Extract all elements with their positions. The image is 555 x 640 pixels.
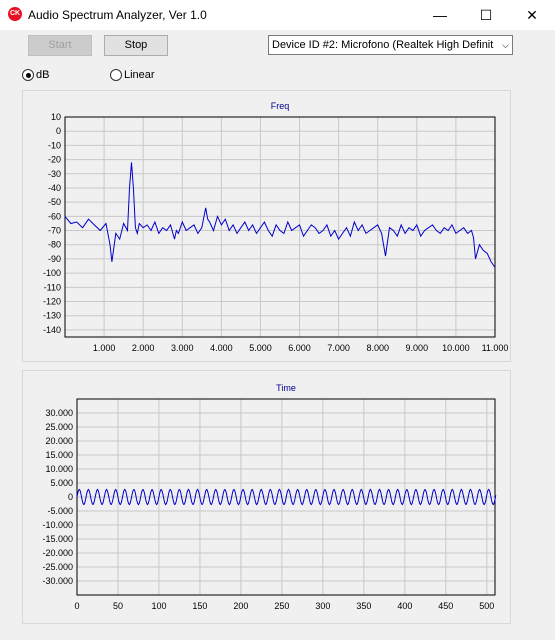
freq-chart: Freq 1.000 2.000 3.000 4.000 5.000 6.000 7.000 8… [43, 101, 509, 353]
time-x-tick-label: 450 [438, 601, 453, 611]
radio-db-label: dB [36, 69, 50, 82]
freq-x-tick-label: 3.000 [171, 343, 194, 353]
freq-y-tick-label: -140 [43, 325, 61, 335]
freq-y-tick-label: -70 [48, 226, 61, 236]
time-x-tick-label: 100 [151, 601, 166, 611]
time-y-tick-label: 25.000 [45, 422, 73, 432]
time-panel: Time 0 50 100 150 200 250 300 350 400 450 500 30.000… [22, 370, 511, 624]
device-select[interactable]: Device ID #2: Microfono (Realtek High De… [268, 35, 513, 55]
freq-y-tick-label: -50 [48, 197, 61, 207]
radio-db[interactable]: dB [22, 69, 50, 82]
time-chart: Time 0 50 100 150 200 250 300 350 400 450 500 30.000… [42, 383, 497, 611]
freq-x-tick-label: 7.000 [327, 343, 350, 353]
time-y-tick-label: -30.000 [42, 576, 73, 586]
device-select-value: Device ID #2: Microfono (Realtek High De… [272, 39, 494, 51]
time-title: Time [276, 383, 296, 393]
close-button[interactable]: ✕ [509, 0, 555, 30]
time-x-tick-label: 250 [274, 601, 289, 611]
time-y-tick-label: 30.000 [45, 408, 73, 418]
time-x-tick-label: 0 [74, 601, 79, 611]
time-x-tick-label: 150 [192, 601, 207, 611]
time-y-tick-label: 10.000 [45, 464, 73, 474]
freq-x-tick-label: 11.000 [482, 343, 509, 353]
freq-x-tick-label: 6.000 [288, 343, 311, 353]
freq-plot-area [64, 116, 496, 338]
time-x-tick-label: 300 [315, 601, 330, 611]
time-y-tick-label: -20.000 [42, 548, 73, 558]
freq-panel: Freq 1.000 2.000 3.000 4.000 5.000 6.000 7.000 8… [22, 90, 511, 362]
minimize-button[interactable]: — [417, 0, 463, 30]
window-title: Audio Spectrum Analyzer, Ver 1.0 [28, 8, 207, 22]
time-y-tick-label: -15.000 [42, 534, 73, 544]
freq-y-tick-label: -10 [48, 140, 61, 150]
time-x-tick-label: 50 [113, 601, 123, 611]
freq-x-tick-label: 8.000 [366, 343, 389, 353]
freq-x-tick-label: 10.000 [442, 343, 470, 353]
freq-y-tick-label: -110 [44, 282, 61, 292]
freq-y-tick-label: -90 [48, 254, 61, 264]
freq-x-tick-label: 4.000 [210, 343, 233, 353]
freq-y-tick-label: -130 [43, 311, 61, 321]
time-x-tick-label: 400 [397, 601, 412, 611]
time-y-tick-label: 5.000 [50, 478, 73, 488]
start-button[interactable]: Start [28, 35, 92, 56]
time-y-tick-label: -10.000 [42, 520, 73, 530]
freq-y-tick-label: -30 [48, 169, 61, 179]
radio-db-indicator [22, 69, 34, 82]
freq-title: Freq [271, 101, 290, 111]
time-y-tick-label: -25.000 [42, 562, 73, 572]
radio-linear[interactable]: Linear [110, 69, 155, 82]
radio-linear-label: Linear [124, 69, 155, 82]
time-x-tick-label: 350 [356, 601, 371, 611]
freq-y-tick-label: -40 [48, 183, 61, 193]
freq-x-tick-label: 1.000 [93, 343, 116, 353]
stop-button[interactable]: Stop [104, 35, 168, 56]
title-bar: CK Audio Spectrum Analyzer, Ver 1.0 — ☐ … [0, 0, 555, 30]
freq-x-tick-label: 2.000 [132, 343, 155, 353]
radio-linear-indicator [110, 69, 122, 82]
freq-y-tick-label: -80 [48, 240, 61, 250]
maximize-button[interactable]: ☐ [463, 0, 509, 30]
freq-x-tick-label: 9.000 [406, 343, 429, 353]
freq-y-tick-label: -100 [43, 268, 61, 278]
freq-y-tick-label: 10 [51, 112, 61, 122]
time-x-tick-label: 500 [479, 601, 494, 611]
freq-y-tick-label: 0 [56, 126, 61, 136]
freq-x-tick-label: 5.000 [249, 343, 272, 353]
freq-y-tick-label: -20 [48, 155, 61, 165]
time-x-tick-label: 200 [233, 601, 248, 611]
chevron-down-icon: ⌵ [502, 40, 509, 50]
time-y-tick-label: -5.000 [47, 506, 73, 516]
time-y-tick-label: 15.000 [45, 450, 73, 460]
freq-y-tick-label: -120 [43, 297, 61, 307]
time-y-tick-label: 20.000 [45, 436, 73, 446]
freq-y-tick-label: -60 [48, 211, 61, 221]
app-icon: CK [8, 7, 22, 21]
time-y-tick-label: 0 [68, 492, 73, 502]
